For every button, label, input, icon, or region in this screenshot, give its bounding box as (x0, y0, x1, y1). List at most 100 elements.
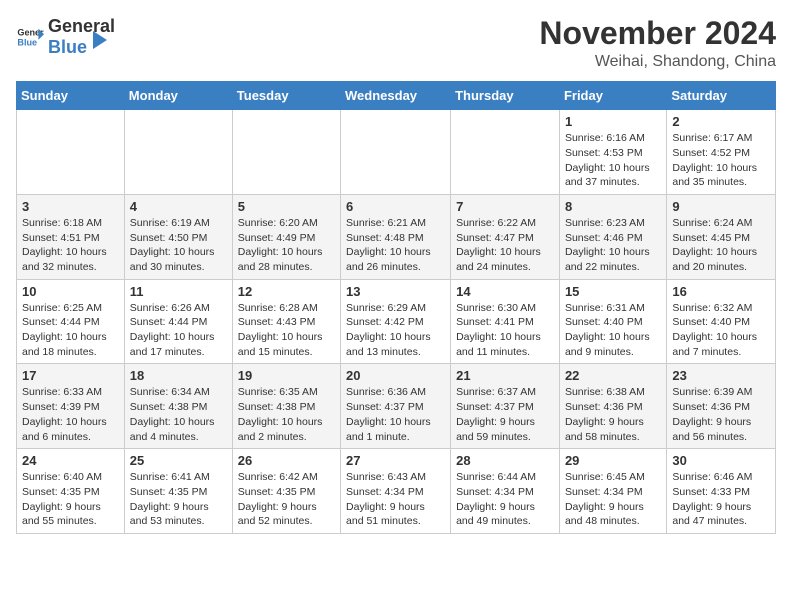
calendar-cell: 24 Sunrise: 6:40 AM Sunset: 4:35 PM Dayli… (17, 449, 125, 534)
day-number: 23 (672, 368, 770, 383)
day-info: Sunrise: 6:35 AM Sunset: 4:38 PM Dayligh… (238, 385, 335, 444)
calendar-cell: 30 Sunrise: 6:46 AM Sunset: 4:33 PM Dayli… (667, 449, 776, 534)
day-info: Sunrise: 6:21 AM Sunset: 4:48 PM Dayligh… (346, 216, 445, 275)
day-number: 5 (238, 199, 335, 214)
day-info: Sunrise: 6:40 AM Sunset: 4:35 PM Dayligh… (22, 470, 119, 529)
day-number: 27 (346, 453, 445, 468)
day-info: Sunrise: 6:37 AM Sunset: 4:37 PM Dayligh… (456, 385, 554, 444)
day-number: 13 (346, 284, 445, 299)
day-info: Sunrise: 6:32 AM Sunset: 4:40 PM Dayligh… (672, 301, 770, 360)
day-info: Sunrise: 6:41 AM Sunset: 4:35 PM Dayligh… (130, 470, 227, 529)
day-number: 21 (456, 368, 554, 383)
calendar-cell: 16 Sunrise: 6:32 AM Sunset: 4:40 PM Dayli… (667, 279, 776, 364)
day-number: 22 (565, 368, 661, 383)
calendar-cell: 8Sunrise: 6:23 AM Sunset: 4:46 PM Daylig… (559, 194, 666, 279)
day-info: Sunrise: 6:26 AM Sunset: 4:44 PM Dayligh… (130, 301, 227, 360)
calendar-cell (124, 110, 232, 195)
day-number: 6 (346, 199, 445, 214)
day-number: 16 (672, 284, 770, 299)
day-info: Sunrise: 6:36 AM Sunset: 4:37 PM Dayligh… (346, 385, 445, 444)
calendar-cell: 2 Sunrise: 6:17 AM Sunset: 4:52 PM Daylig… (667, 110, 776, 195)
calendar-week-row: 24 Sunrise: 6:40 AM Sunset: 4:35 PM Dayli… (17, 449, 776, 534)
logo-text: General Blue (48, 16, 115, 58)
day-number: 11 (130, 284, 227, 299)
calendar-cell: 29 Sunrise: 6:45 AM Sunset: 4:34 PM Dayli… (559, 449, 666, 534)
calendar-cell: 10 Sunrise: 6:25 AM Sunset: 4:44 PM Dayli… (17, 279, 125, 364)
calendar-cell: 13 Sunrise: 6:29 AM Sunset: 4:42 PM Dayli… (341, 279, 451, 364)
logo-icon: General Blue (16, 23, 44, 51)
day-number: 10 (22, 284, 119, 299)
day-number: 12 (238, 284, 335, 299)
day-number: 26 (238, 453, 335, 468)
calendar-cell (341, 110, 451, 195)
calendar-week-row: 10 Sunrise: 6:25 AM Sunset: 4:44 PM Dayli… (17, 279, 776, 364)
calendar-cell: 22 Sunrise: 6:38 AM Sunset: 4:36 PM Dayli… (559, 364, 666, 449)
day-number: 1 (565, 114, 661, 129)
day-info: Sunrise: 6:46 AM Sunset: 4:33 PM Dayligh… (672, 470, 770, 529)
day-number: 20 (346, 368, 445, 383)
day-info: Sunrise: 6:33 AM Sunset: 4:39 PM Dayligh… (22, 385, 119, 444)
day-number: 3 (22, 199, 119, 214)
day-info: Sunrise: 6:44 AM Sunset: 4:34 PM Dayligh… (456, 470, 554, 529)
calendar-cell (17, 110, 125, 195)
calendar-cell: 6 Sunrise: 6:21 AM Sunset: 4:48 PM Daylig… (341, 194, 451, 279)
weekday-header: Friday (559, 82, 666, 110)
day-number: 8 (565, 199, 661, 214)
calendar-week-row: 17 Sunrise: 6:33 AM Sunset: 4:39 PM Dayli… (17, 364, 776, 449)
calendar-cell: 1 Sunrise: 6:16 AM Sunset: 4:53 PM Daylig… (559, 110, 666, 195)
day-info: Sunrise: 6:16 AM Sunset: 4:53 PM Dayligh… (565, 131, 661, 190)
weekday-header: Wednesday (341, 82, 451, 110)
day-info: Sunrise: 6:43 AM Sunset: 4:34 PM Dayligh… (346, 470, 445, 529)
calendar-cell: 7 Sunrise: 6:22 AM Sunset: 4:47 PM Daylig… (451, 194, 560, 279)
day-number: 24 (22, 453, 119, 468)
calendar-table: SundayMondayTuesdayWednesdayThursdayFrid… (16, 81, 776, 534)
day-info: Sunrise: 6:39 AM Sunset: 4:36 PM Dayligh… (672, 385, 770, 444)
day-number: 14 (456, 284, 554, 299)
calendar-cell: 27 Sunrise: 6:43 AM Sunset: 4:34 PM Dayli… (341, 449, 451, 534)
calendar-cell: 4 Sunrise: 6:19 AM Sunset: 4:50 PM Daylig… (124, 194, 232, 279)
day-number: 2 (672, 114, 770, 129)
day-info: Sunrise: 6:28 AM Sunset: 4:43 PM Dayligh… (238, 301, 335, 360)
day-info: Sunrise: 6:19 AM Sunset: 4:50 PM Dayligh… (130, 216, 227, 275)
logo: General Blue General Blue (16, 16, 115, 58)
day-number: 15 (565, 284, 661, 299)
location-title: Weihai, Shandong, China (539, 53, 776, 71)
weekday-header-row: SundayMondayTuesdayWednesdayThursdayFrid… (17, 82, 776, 110)
month-title: November 2024 (539, 16, 776, 51)
title-area: November 2024 Weihai, Shandong, China (539, 16, 776, 71)
calendar-cell: 21 Sunrise: 6:37 AM Sunset: 4:37 PM Dayli… (451, 364, 560, 449)
weekday-header: Saturday (667, 82, 776, 110)
day-info: Sunrise: 6:38 AM Sunset: 4:36 PM Dayligh… (565, 385, 661, 444)
calendar-cell: 18Sunrise: 6:34 AM Sunset: 4:38 PM Dayli… (124, 364, 232, 449)
day-number: 29 (565, 453, 661, 468)
calendar-cell: 17 Sunrise: 6:33 AM Sunset: 4:39 PM Dayli… (17, 364, 125, 449)
weekday-header: Monday (124, 82, 232, 110)
calendar-cell: 11 Sunrise: 6:26 AM Sunset: 4:44 PM Dayli… (124, 279, 232, 364)
day-number: 19 (238, 368, 335, 383)
calendar-cell (232, 110, 340, 195)
day-number: 7 (456, 199, 554, 214)
day-info: Sunrise: 6:31 AM Sunset: 4:40 PM Dayligh… (565, 301, 661, 360)
calendar-cell (451, 110, 560, 195)
day-info: Sunrise: 6:22 AM Sunset: 4:47 PM Dayligh… (456, 216, 554, 275)
calendar-week-row: 3Sunrise: 6:18 AM Sunset: 4:51 PM Daylig… (17, 194, 776, 279)
svg-text:Blue: Blue (17, 37, 37, 47)
day-info: Sunrise: 6:25 AM Sunset: 4:44 PM Dayligh… (22, 301, 119, 360)
day-info: Sunrise: 6:20 AM Sunset: 4:49 PM Dayligh… (238, 216, 335, 275)
day-info: Sunrise: 6:30 AM Sunset: 4:41 PM Dayligh… (456, 301, 554, 360)
day-info: Sunrise: 6:42 AM Sunset: 4:35 PM Dayligh… (238, 470, 335, 529)
day-info: Sunrise: 6:17 AM Sunset: 4:52 PM Dayligh… (672, 131, 770, 190)
calendar-cell: 23 Sunrise: 6:39 AM Sunset: 4:36 PM Dayli… (667, 364, 776, 449)
calendar-cell: 25 Sunrise: 6:41 AM Sunset: 4:35 PM Dayli… (124, 449, 232, 534)
day-number: 25 (130, 453, 227, 468)
day-number: 30 (672, 453, 770, 468)
day-number: 17 (22, 368, 119, 383)
day-info: Sunrise: 6:45 AM Sunset: 4:34 PM Dayligh… (565, 470, 661, 529)
day-info: Sunrise: 6:29 AM Sunset: 4:42 PM Dayligh… (346, 301, 445, 360)
header: General Blue General Blue November 2024 … (16, 16, 776, 71)
weekday-header: Sunday (17, 82, 125, 110)
day-number: 28 (456, 453, 554, 468)
calendar-cell: 5 Sunrise: 6:20 AM Sunset: 4:49 PM Daylig… (232, 194, 340, 279)
calendar-cell: 12 Sunrise: 6:28 AM Sunset: 4:43 PM Dayli… (232, 279, 340, 364)
day-number: 4 (130, 199, 227, 214)
